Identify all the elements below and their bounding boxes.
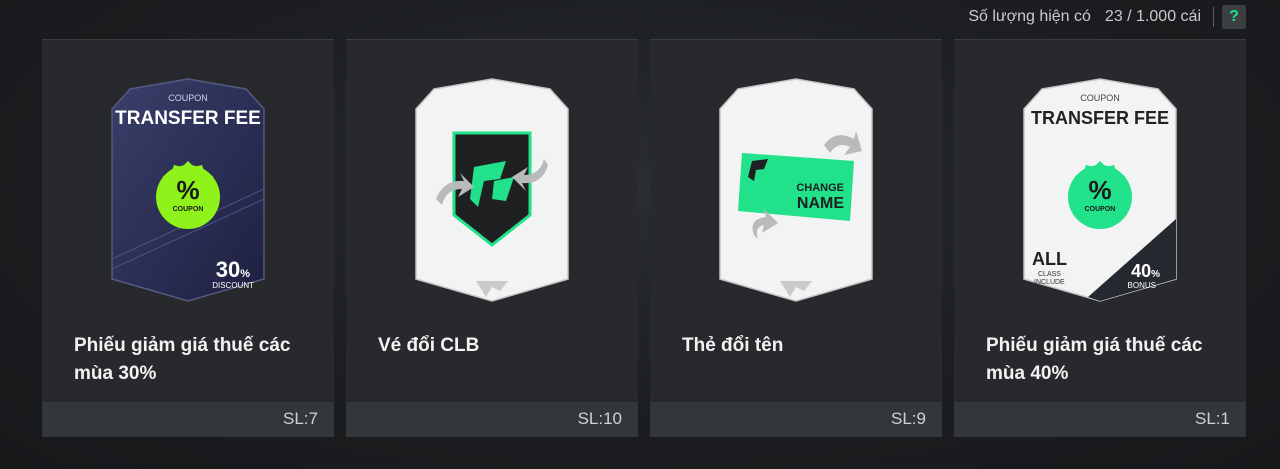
all-label: ALL [1032, 249, 1067, 269]
item-title: Thẻ đổi tên [682, 335, 784, 356]
item-quantity: SL:1 [1195, 409, 1230, 428]
item-quantity: SL:9 [891, 409, 926, 428]
change-label-1: CHANGE [796, 182, 844, 194]
percent-sub: DISCOUNT [212, 281, 254, 290]
coupon-big-label: TRANSFER FEE [1031, 108, 1169, 128]
item-title: Vé đổi CLB [378, 335, 480, 356]
item-footer: SL:7 [42, 402, 334, 437]
badge-symbol: % [176, 175, 199, 205]
coupon-card-icon: % COUPON COUPON TRANSFER FEE 30% DISCOUN… [111, 78, 265, 302]
quantity-label: Số lượng hiện có [968, 8, 1091, 25]
coupon-card-icon: % COUPON COUPON TRANSFER FEE ALL CLASS I… [1023, 78, 1177, 302]
item-quantity: SL:10 [577, 409, 622, 428]
coupon-big-label: TRANSFER FEE [115, 108, 261, 129]
divider [1213, 7, 1214, 27]
badge-text: COUPON [173, 206, 204, 213]
percent-sub: BONUS [1128, 281, 1156, 290]
item-footer: SL:9 [650, 402, 942, 437]
item-quantity: SL:7 [283, 409, 318, 428]
item-card-coupon-30[interactable]: % COUPON COUPON TRANSFER FEE 30% DISCOUN… [42, 39, 334, 437]
item-footer: SL:1 [954, 402, 1246, 437]
coupon-small-label: COUPON [168, 93, 208, 103]
item-card-coupon-40[interactable]: % COUPON COUPON TRANSFER FEE ALL CLASS I… [954, 39, 1246, 437]
item-title: Phiếu giảm giá thuế các mùa 30% [74, 335, 291, 384]
include-label: INCLUDE [1034, 279, 1065, 286]
item-footer: SL:10 [346, 402, 638, 437]
class-label: CLASS [1038, 271, 1061, 278]
item-grid: % COUPON COUPON TRANSFER FEE 30% DISCOUN… [42, 39, 1246, 437]
badge-text: COUPON [1085, 206, 1116, 213]
item-card-name-change[interactable]: CHANGE NAME Thẻ đổi tên SL:9 [650, 39, 942, 437]
name-change-card-icon: CHANGE NAME [719, 78, 873, 302]
item-title: Phiếu giảm giá thuế các mùa 40% [986, 335, 1203, 384]
club-change-ticket-icon [415, 78, 569, 302]
badge-symbol: % [1088, 175, 1111, 205]
item-card-club-change[interactable]: Vé đổi CLB SL:10 [346, 39, 638, 437]
change-label-2: NAME [797, 195, 844, 212]
quantity-value: 23 / 1.000 cái [1104, 8, 1201, 25]
inventory-status: Số lượng hiện có 23 / 1.000 cái ? [968, 5, 1246, 29]
coupon-small-label: COUPON [1080, 93, 1120, 103]
help-button[interactable]: ? [1222, 5, 1246, 29]
